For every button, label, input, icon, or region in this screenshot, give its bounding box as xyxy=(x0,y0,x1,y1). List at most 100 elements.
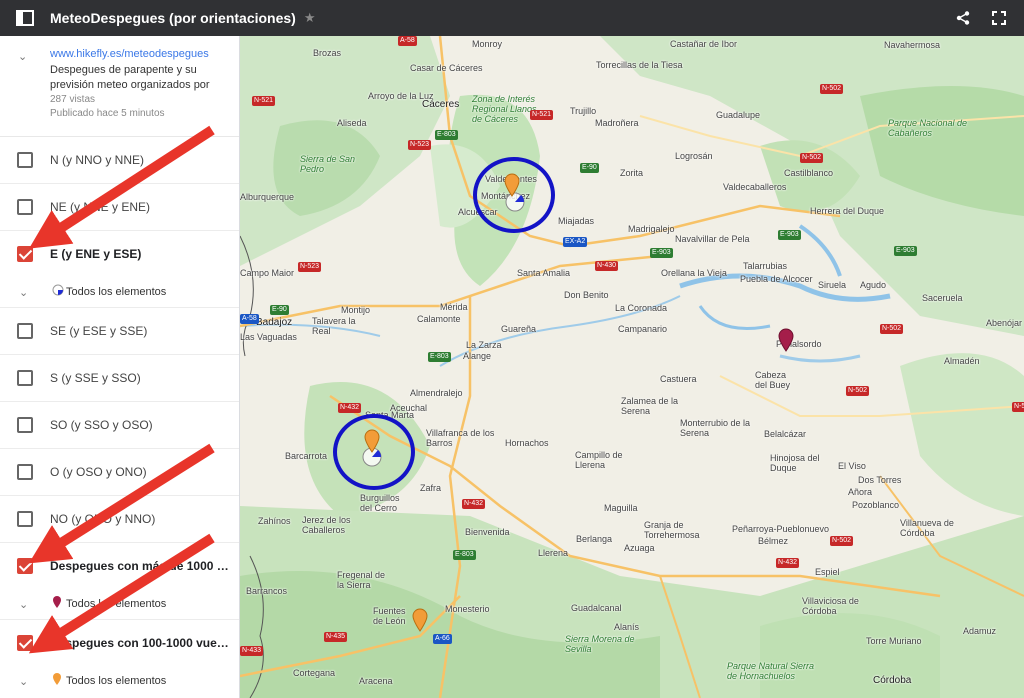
road-shield: N-502 xyxy=(846,386,870,396)
town-label: Adamuz xyxy=(963,626,997,636)
town-label: Campillo de Llerena xyxy=(575,450,623,470)
map-description: Despegues de parapente y su previsión me… xyxy=(50,64,210,91)
town-label: Alange xyxy=(463,351,492,361)
town-label: Trujillo xyxy=(570,106,597,116)
town-label: Hornachos xyxy=(505,438,549,448)
layer-checkbox-checked[interactable] xyxy=(17,635,33,651)
layer-checkbox[interactable] xyxy=(17,417,33,433)
chevron-down-icon[interactable]: ⌄ xyxy=(19,598,28,611)
road-shield: N-502 xyxy=(800,153,824,163)
town-label: Zorita xyxy=(620,168,644,178)
layer-e[interactable]: E (y ENE y ESE) xyxy=(0,231,239,277)
road-shield: A-58 xyxy=(240,314,259,324)
town-label: Herrera del Duque xyxy=(810,206,885,216)
town-label: Santa Amalia xyxy=(517,268,571,278)
layer-label: N (y NNO y NNE) xyxy=(50,153,144,167)
layer-checkbox[interactable] xyxy=(17,323,33,339)
town-label: Don Benito xyxy=(564,290,609,300)
road-shield: E-803 xyxy=(453,550,476,560)
town-label: Barrancos xyxy=(246,586,288,596)
town-label: Maguilla xyxy=(604,503,638,513)
map-link[interactable]: www.hikefly.es/meteodespegues xyxy=(50,47,229,61)
town-label: Llerena xyxy=(538,548,569,558)
road-shield: E-903 xyxy=(894,246,917,256)
layer-checkbox[interactable] xyxy=(17,152,33,168)
layer-se[interactable]: SE (y ESE y SSE) xyxy=(0,308,239,354)
town-label: Hinojosa del Duque xyxy=(770,453,820,473)
road-shield: N-521 xyxy=(530,110,554,120)
view-count: 287 vistas xyxy=(50,94,96,105)
layer-over-1000[interactable]: Despegues con más de 1000 vuelos xyxy=(0,543,239,589)
layer-ne[interactable]: NE (y NNE y ENE) xyxy=(0,184,239,230)
town-label: Villaviciosa de Córdoba xyxy=(802,596,859,616)
town-label: Sierra Morena de Sevilla xyxy=(565,634,635,654)
layer-100-1000[interactable]: Despegues con 100-1000 vuelos xyxy=(0,620,239,666)
wind-direction-icon xyxy=(52,283,64,301)
town-label: Villanueva de Córdoba xyxy=(900,518,954,538)
share-icon[interactable] xyxy=(956,11,970,25)
road-shield: E-90 xyxy=(270,305,289,315)
layer-e-all-items[interactable]: ⌄ Todos los elementos xyxy=(0,277,239,307)
town-label: Campo Maior xyxy=(240,268,295,278)
town-label: Almendralejo xyxy=(410,388,463,398)
layer-label: SO (y SSO y OSO) xyxy=(50,418,153,432)
road-shield: N-432 xyxy=(338,403,362,413)
town-label: Bienvenida xyxy=(465,527,510,537)
layer-checkbox[interactable] xyxy=(17,199,33,215)
layer-s[interactable]: S (y SSE y SSO) xyxy=(0,355,239,401)
layer-n[interactable]: N (y NNO y NNE) xyxy=(0,137,239,183)
town-label: Montijo xyxy=(341,305,371,315)
road-shield: A-58 xyxy=(398,36,417,46)
layer-checkbox-checked[interactable] xyxy=(17,558,33,574)
town-label: Belalcázar xyxy=(764,429,807,439)
map-title: MeteoDespegues (por orientaciones) xyxy=(50,10,296,26)
town-label: Siruela xyxy=(818,280,847,290)
map-info: ⌄ www.hikefly.es/meteodespegues Despegue… xyxy=(0,36,239,137)
fullscreen-icon[interactable] xyxy=(992,11,1006,25)
road-shield: N-502 xyxy=(830,536,854,546)
town-label: Sierra de San Pedro xyxy=(300,154,356,174)
layer-o[interactable]: O (y OSO y ONO) xyxy=(0,449,239,495)
town-label: Monterrubio de la Serena xyxy=(680,418,751,438)
sub-label: Todos los elementos xyxy=(66,675,167,687)
town-label: Brozas xyxy=(313,48,342,58)
layer-no[interactable]: NO (y ONO y NNO) xyxy=(0,496,239,542)
map-canvas[interactable]: Brozas Monroy Castañar de Ibor Navahermo… xyxy=(240,36,1024,698)
layer-checkbox-checked[interactable] xyxy=(17,246,33,262)
road-shield: E-803 xyxy=(428,352,451,362)
town-label: Monesterio xyxy=(445,604,490,614)
road-shield: E-803 xyxy=(435,130,458,140)
road-shield: EX-A2 xyxy=(563,237,588,247)
collapse-chevron-icon[interactable]: ⌄ xyxy=(18,50,27,63)
town-label: Peñarroya-Pueblonuevo xyxy=(732,524,830,534)
layer-checkbox[interactable] xyxy=(17,370,33,386)
town-label: Castuera xyxy=(660,374,697,384)
layer-checkbox[interactable] xyxy=(17,464,33,480)
town-label: Campanario xyxy=(618,324,668,334)
star-icon[interactable]: ★ xyxy=(304,10,316,26)
town-label: Parque Natural Sierra de Hornachuelos xyxy=(727,661,815,681)
chevron-down-icon[interactable]: ⌄ xyxy=(19,675,28,688)
town-label: Valdecaballeros xyxy=(723,182,787,192)
town-label: Cabeza del Buey xyxy=(755,370,791,390)
town-label: Badajoz xyxy=(256,317,293,328)
chevron-down-icon[interactable]: ⌄ xyxy=(19,286,28,299)
town-label: Pozoblanco xyxy=(852,500,900,510)
layer-checkbox[interactable] xyxy=(17,511,33,527)
town-label: Almadén xyxy=(944,356,980,366)
town-label: Alburquerque xyxy=(240,192,295,202)
town-label: Mérida xyxy=(440,302,468,312)
layer-over-1000-all-items[interactable]: ⌄ Todos los elementos xyxy=(0,589,239,619)
road-shield: N-523 xyxy=(408,140,432,150)
sub-label: Todos los elementos xyxy=(66,286,167,298)
town-label: Zalamea de la Serena xyxy=(621,396,679,416)
maroon-pin-icon xyxy=(52,595,62,614)
layer-label: S (y SSE y SSO) xyxy=(50,371,141,385)
panel-toggle-icon[interactable] xyxy=(10,0,40,36)
town-label: Navalvillar de Pela xyxy=(675,234,750,244)
town-label: Guadalcanal xyxy=(571,603,622,613)
layers-panel: ⌄ www.hikefly.es/meteodespegues Despegue… xyxy=(0,36,240,698)
layer-so[interactable]: SO (y SSO y OSO) xyxy=(0,402,239,448)
layer-100-1000-all-items[interactable]: ⌄ Todos los elementos xyxy=(0,666,239,696)
town-label: El Viso xyxy=(838,461,866,471)
